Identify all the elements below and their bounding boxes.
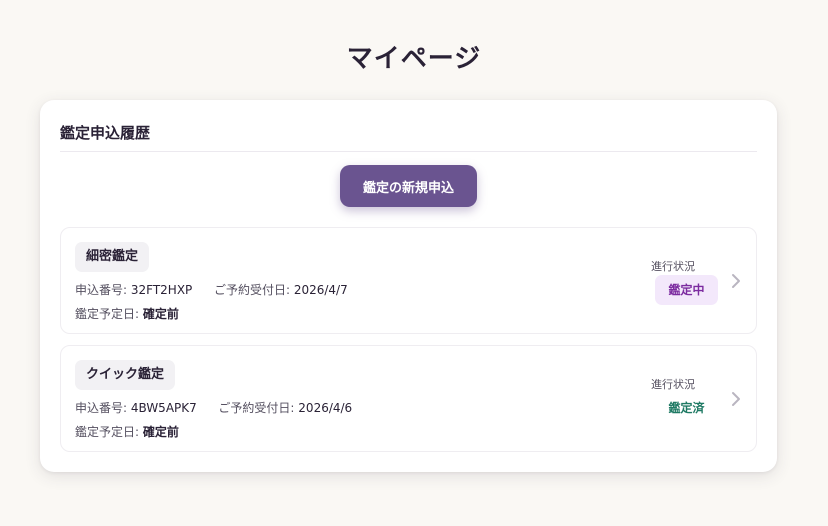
- received-date: 2026/4/6: [298, 401, 353, 415]
- status-badge: 鑑定中: [655, 275, 718, 305]
- chevron-right-icon: [732, 274, 740, 288]
- status-caption: 進行状況: [651, 260, 695, 273]
- application-number-label: 申込番号:: [75, 283, 128, 297]
- received-date-label: ご予約受付日:: [213, 283, 290, 297]
- scheduled-date-label: 鑑定予定日:: [75, 425, 140, 439]
- application-number: 32FT2HXP: [130, 283, 193, 297]
- history-item[interactable]: クイック鑑定 申込番号: 4BW5APK7 ご予約受付日: 2026/4/6 鑑…: [60, 345, 757, 452]
- application-number: 4BW5APK7: [130, 401, 197, 415]
- application-number-label: 申込番号:: [75, 401, 128, 415]
- application-info: 申込番号: 32FT2HXP ご予約受付日: 2026/4/7: [75, 281, 348, 298]
- scheduled-date-label: 鑑定予定日:: [75, 307, 140, 321]
- status-badge: 鑑定済: [668, 401, 705, 415]
- scheduled-date: 確定前: [142, 425, 179, 439]
- schedule-info: 鑑定予定日: 確定前: [75, 423, 179, 440]
- appraisal-type-tag: クイック鑑定: [75, 360, 176, 390]
- page-title: マイページ: [346, 44, 482, 74]
- scheduled-date: 確定前: [142, 307, 179, 321]
- divider: [60, 151, 757, 152]
- received-date-label: ご予約受付日:: [218, 401, 295, 415]
- history-item[interactable]: 細密鑑定 申込番号: 32FT2HXP ご予約受付日: 2026/4/7 鑑定予…: [60, 227, 757, 334]
- received-date: 2026/4/7: [293, 283, 348, 297]
- schedule-info: 鑑定予定日: 確定前: [75, 305, 179, 322]
- history-card: 鑑定申込履歴 鑑定の新規申込 細密鑑定 申込番号: 32FT2HXP ご予約受付…: [40, 100, 777, 472]
- status-caption: 進行状況: [651, 378, 695, 391]
- chevron-right-icon: [732, 392, 740, 406]
- history-title: 鑑定申込履歴: [60, 124, 151, 142]
- appraisal-type-tag: 細密鑑定: [75, 242, 150, 272]
- new-application-button[interactable]: 鑑定の新規申込: [340, 165, 477, 207]
- application-info: 申込番号: 4BW5APK7 ご予約受付日: 2026/4/6: [75, 399, 352, 416]
